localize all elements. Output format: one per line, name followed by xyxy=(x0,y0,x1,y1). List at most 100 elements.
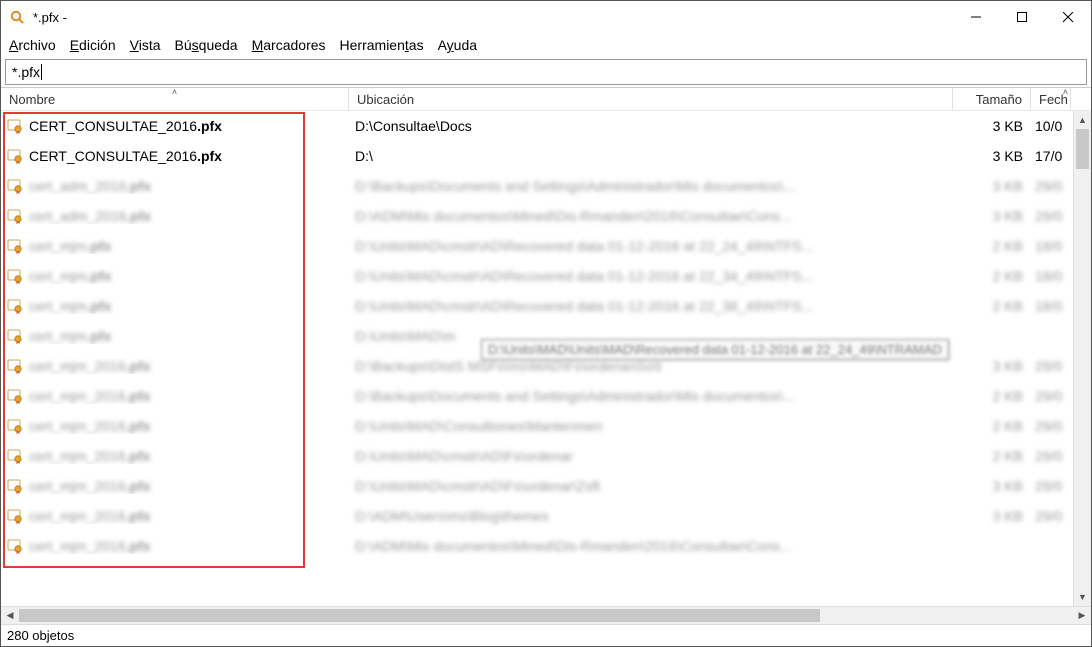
file-name: cert_mjm_2016.pfx xyxy=(29,538,150,554)
cell-location: D:\ADM\Users\ms\Blog\themes xyxy=(349,508,953,524)
cell-location: D:\Units\MAD\cmstr\AD\Recovered data 01-… xyxy=(349,268,953,284)
result-row[interactable]: cert_mjm_2016.pfx D:\ADM\Users\ms\Blog\th… xyxy=(1,501,1072,531)
result-row[interactable]: cert_mjm_2016.pfx D:\Backups\Documents an… xyxy=(1,381,1072,411)
column-header-name[interactable]: Nombre ˄ xyxy=(1,88,349,110)
certificate-file-icon xyxy=(7,178,23,194)
result-row[interactable]: cert_mjm_2016.pfx D:\ADM\Mis documentos\M… xyxy=(1,531,1072,561)
menu-archivo[interactable]: Archivo xyxy=(9,37,56,53)
sort-indicator-icon: ˄ xyxy=(172,87,177,97)
file-name: cert_mjm_2016.pfx xyxy=(29,508,150,524)
column-header-date[interactable]: Fech ˄ xyxy=(1031,88,1071,110)
minimize-button[interactable] xyxy=(953,1,999,33)
cell-size: 3 KB xyxy=(953,208,1031,224)
file-name: cert_mjm_2016.pfx xyxy=(29,478,150,494)
scroll-track[interactable] xyxy=(1074,129,1091,588)
hscroll-thumb[interactable] xyxy=(19,609,820,622)
certificate-file-icon xyxy=(7,418,23,434)
menu-ayuda[interactable]: Ayuda xyxy=(438,37,477,53)
cell-name: cert_mjm.pfx xyxy=(1,268,349,284)
results-pane: CERT_CONSULTAE_2016.pfx D:\Consultae\Docs… xyxy=(1,111,1091,606)
cell-location: D:\Consultae\Docs xyxy=(349,118,953,134)
cell-size: 2 KB xyxy=(953,418,1031,434)
scroll-up-icon[interactable]: ▲ xyxy=(1074,111,1091,129)
cell-name: cert_mjm.pfx xyxy=(1,298,349,314)
window-title: *.pfx - xyxy=(33,10,67,25)
cell-location: D:\ADM\Mis documentos\Mined\Dis-Rmanden\… xyxy=(349,208,953,224)
result-row[interactable]: CERT_CONSULTAE_2016.pfxD:\3 KB17/0 xyxy=(1,141,1072,171)
statusbar: 280 objetos xyxy=(1,624,1091,646)
status-text: 280 objetos xyxy=(7,628,74,643)
cell-size: 2 KB xyxy=(953,268,1031,284)
cell-date: 18/0 xyxy=(1031,268,1067,284)
result-row[interactable]: cert_mjm.pfx D:\Units\MAD\cmstr\AD\Recove… xyxy=(1,261,1072,291)
certificate-file-icon xyxy=(7,328,23,344)
cell-name: cert_mjm_2016.pfx xyxy=(1,388,349,404)
cell-size: 3 KB xyxy=(953,178,1031,194)
cell-name: cert_mjm_2016.pfx xyxy=(1,478,349,494)
menu-herramientas[interactable]: Herramientas xyxy=(340,37,424,53)
menu-busqueda[interactable]: Búsqueda xyxy=(175,37,238,53)
file-name: cert_mjm_2016.pfx xyxy=(29,388,150,404)
cell-date: 29/0 xyxy=(1031,448,1067,464)
file-name: cert_mjm.pfx xyxy=(29,268,111,284)
file-name: cert_mjm_2016.pfx xyxy=(29,448,150,464)
column-header-size[interactable]: Tamaño xyxy=(953,88,1031,110)
maximize-button[interactable] xyxy=(999,1,1045,33)
cell-date: 29/0 xyxy=(1031,358,1067,374)
cell-date: 18/0 xyxy=(1031,298,1067,314)
cell-location: D:\ xyxy=(349,148,953,164)
file-name: cert_mjm_2016.pfx xyxy=(29,418,150,434)
cell-date: 29/0 xyxy=(1031,508,1067,524)
cell-name: cert_mjm_2016.pfx xyxy=(1,508,349,524)
result-row[interactable]: cert_adm_2016.pfxD:\ADM\Mis documentos\M… xyxy=(1,201,1072,231)
certificate-file-icon xyxy=(7,208,23,224)
vertical-scrollbar[interactable]: ▲ ▼ xyxy=(1073,111,1091,606)
file-name: cert_mjm.pfx xyxy=(29,238,111,254)
cell-location: D:\Backups\Documents and Settings\Admini… xyxy=(349,388,953,404)
cell-location: D:\ADM\Mis documentos\Mined\Dis-Rmanden\… xyxy=(349,538,953,554)
horizontal-scrollbar[interactable]: ◀ ▶ xyxy=(1,606,1091,624)
scroll-down-icon[interactable]: ▼ xyxy=(1074,588,1091,606)
result-row[interactable]: CERT_CONSULTAE_2016.pfx D:\Consultae\Docs… xyxy=(1,111,1072,141)
cell-date: 18/0 xyxy=(1031,238,1067,254)
column-header-location[interactable]: Ubicación xyxy=(349,88,953,110)
scroll-left-icon[interactable]: ◀ xyxy=(1,607,19,624)
text-caret xyxy=(41,64,42,80)
file-name: CERT_CONSULTAE_2016.pfx xyxy=(29,118,222,134)
result-row[interactable]: cert_mjm_2016.pfxD:\Units\MAD\cmstr\AD\F… xyxy=(1,471,1072,501)
cell-size: 2 KB xyxy=(953,298,1031,314)
cell-location: D:\Backups\Documents and Settings\Admini… xyxy=(349,178,953,194)
search-input[interactable]: *.pfx xyxy=(5,59,1087,85)
menu-edicion[interactable]: Edición xyxy=(70,37,116,53)
cell-name: CERT_CONSULTAE_2016.pfx xyxy=(1,118,349,134)
file-name: cert_mjm.pfx xyxy=(29,328,111,344)
menu-marcadores[interactable]: Marcadores xyxy=(252,37,326,53)
window-controls xyxy=(953,1,1091,33)
scroll-right-icon[interactable]: ▶ xyxy=(1073,607,1091,624)
menu-vista[interactable]: Vista xyxy=(130,37,161,53)
result-row[interactable]: cert_mjm_2016.pfxD:\Units\MAD\Consultion… xyxy=(1,411,1072,441)
result-row[interactable]: cert_mjm_2016.pfxD:\Units\MAD\cmstr\AD\F… xyxy=(1,441,1072,471)
titlebar: *.pfx - xyxy=(1,1,1091,33)
result-row[interactable]: cert_mjm.pfxD:\Units\MAD\cmstr\AD\Recove… xyxy=(1,231,1072,261)
cell-date: 10/0 xyxy=(1031,118,1067,134)
result-row[interactable]: cert_mjm.pfxD:\Units\MAD\cmstr\AD\Recove… xyxy=(1,291,1072,321)
result-row[interactable]: cert_adm_2016.pfxD:\Backups\Documents an… xyxy=(1,171,1072,201)
certificate-file-icon xyxy=(7,478,23,494)
close-button[interactable] xyxy=(1045,1,1091,33)
certificate-file-icon xyxy=(7,358,23,374)
cell-size: 2 KB xyxy=(953,388,1031,404)
cell-date: 29/0 xyxy=(1031,388,1067,404)
hscroll-track[interactable] xyxy=(19,607,1073,624)
cell-size: 3 KB xyxy=(953,148,1031,164)
sort-indicator-icon: ˄ xyxy=(1063,87,1068,97)
file-name: cert_mjm_2016.pfx xyxy=(29,358,150,374)
cell-date: 29/0 xyxy=(1031,418,1067,434)
certificate-file-icon xyxy=(7,238,23,254)
cell-name: cert_adm_2016.pfx xyxy=(1,178,349,194)
certificate-file-icon xyxy=(7,148,23,164)
cell-name: cert_adm_2016.pfx xyxy=(1,208,349,224)
cell-name: cert_mjm.pfx xyxy=(1,238,349,254)
scroll-thumb[interactable] xyxy=(1076,129,1089,169)
search-value: *.pfx xyxy=(12,64,40,80)
